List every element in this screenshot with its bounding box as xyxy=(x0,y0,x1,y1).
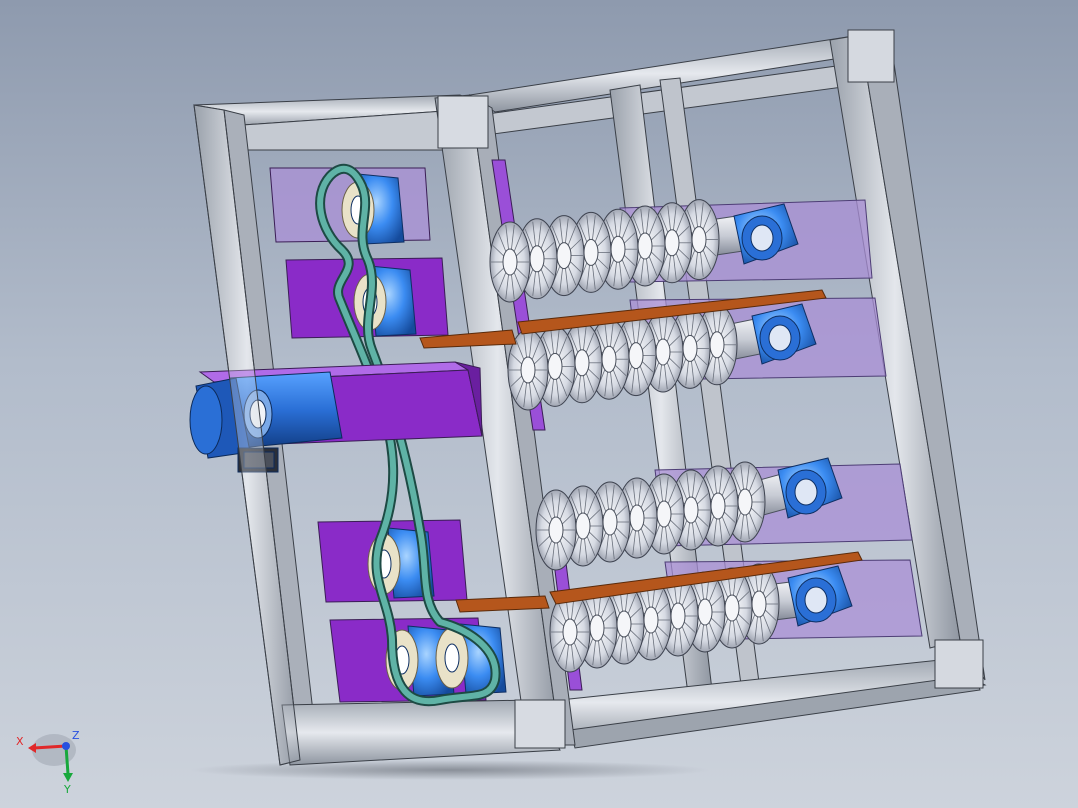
drive-motor[interactable] xyxy=(189,371,343,473)
pulley xyxy=(341,173,405,245)
ground-shadow xyxy=(190,760,710,780)
x-axis-arrow xyxy=(33,744,67,750)
gear-roller xyxy=(489,199,751,303)
z-axis-label: Z xyxy=(72,729,80,742)
coordinate-triad: X Y Z xyxy=(14,728,94,798)
y-axis-label: Y xyxy=(64,783,71,796)
assembly-model[interactable] xyxy=(0,0,1078,808)
y-axis-arrow xyxy=(64,745,70,775)
bevel-gear xyxy=(489,221,531,303)
gear-roller xyxy=(535,461,797,571)
bevel-gear xyxy=(535,489,577,571)
cad-viewport[interactable]: X Y Z xyxy=(0,0,1078,808)
x-axis-label: X xyxy=(16,735,24,748)
z-axis-dot xyxy=(62,742,70,750)
triad-graphic xyxy=(28,734,76,782)
